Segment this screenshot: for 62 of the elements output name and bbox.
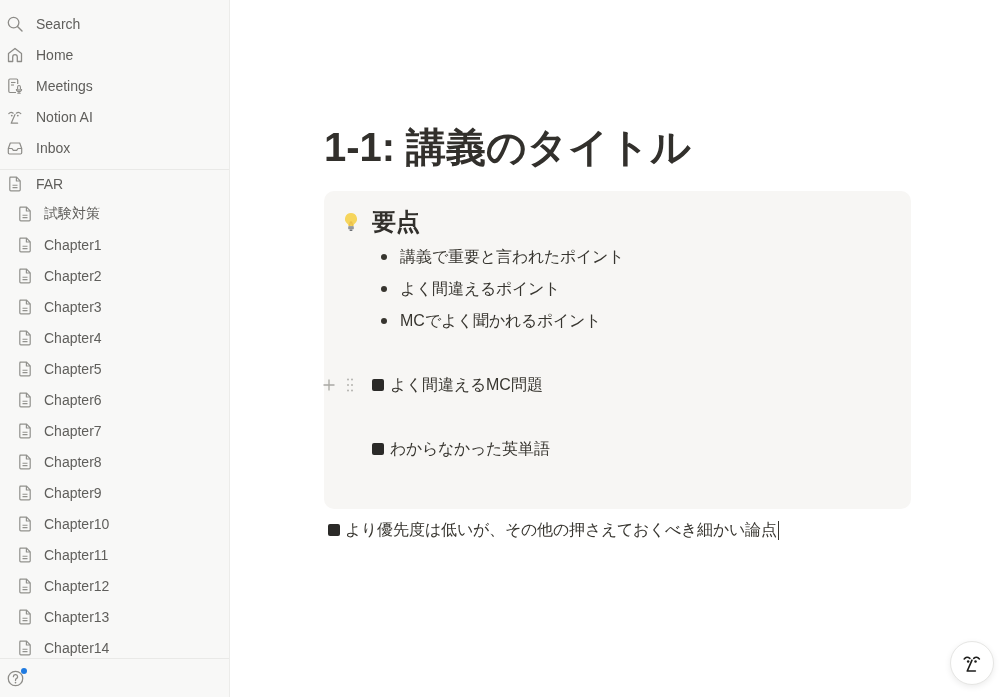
sidebar-page[interactable]: Chapter3 [0,291,229,322]
sidebar-page[interactable]: FAR [0,170,229,198]
document-microphone-icon [7,77,23,94]
ai-assistant-button[interactable] [950,641,994,685]
page-icon [17,236,33,253]
page-icon [17,453,33,470]
bullet-icon [381,254,387,260]
block-text: わからなかった英単語 [390,439,550,459]
lightbulb-icon [343,212,359,232]
page-icon [17,639,33,656]
page-icon [17,608,33,625]
block-text: よく間違えるMC問題 [390,375,543,395]
callout-heading: 要点 [372,207,420,237]
sidebar-page[interactable]: Chapter10 [0,508,229,539]
search-icon [7,15,23,32]
page-icon [17,484,33,501]
sidebar-page[interactable]: Chapter6 [0,384,229,415]
sidebar-page[interactable]: Chapter9 [0,477,229,508]
square-icon [328,524,340,536]
face-icon [962,653,982,673]
drag-handle-icon[interactable] [347,378,353,392]
sidebar-page[interactable]: Chapter4 [0,322,229,353]
page-icon [17,515,33,532]
sidebar-page[interactable]: Chapter13 [0,601,229,632]
sidebar-page[interactable]: Chapter14 [0,632,229,658]
sidebar-page[interactable]: Chapter11 [0,539,229,570]
sidebar-item[interactable]: Search [0,8,229,39]
inbox-tray-icon [7,139,23,156]
page-icon [17,205,33,222]
sidebar-page[interactable]: Chapter5 [0,353,229,384]
page-icon [17,267,33,284]
page-icon [17,391,33,408]
page-icon [17,360,33,377]
sidebar-page[interactable]: Chapter12 [0,570,229,601]
square-icon [372,443,384,455]
page-icon [17,577,33,594]
page-icon [7,176,23,192]
page-icon [17,422,33,439]
square-icon [372,379,384,391]
help-icon [7,669,24,687]
sidebar-page[interactable]: Chapter2 [0,260,229,291]
sidebar-page[interactable]: Chapter1 [0,229,229,260]
list-item-text: MCでよく聞かれるポイント [400,311,601,331]
page-icon [17,329,33,346]
page-title: 1-1: 講義のタイトル [324,124,693,171]
home-icon [7,46,23,63]
sidebar-item[interactable]: Meetings [0,70,229,101]
sidebar-item[interactable]: Home [0,39,229,70]
block-text: より優先度は低いが、その他の押さえておくべき細かい論点 [345,520,777,540]
sidebar-item[interactable]: Notion AI [0,101,229,132]
sidebar-item[interactable]: Inbox [0,132,229,163]
page-icon [17,546,33,563]
help-button[interactable] [7,669,24,687]
page-icon [17,298,33,315]
bullet-icon [381,286,387,292]
plus-icon[interactable] [323,379,335,391]
list-item-text: よく間違えるポイント [400,279,560,299]
list-item-text: 講義で重要と言われたポイント [400,247,624,267]
sidebar-page[interactable]: Chapter8 [0,446,229,477]
bullet-icon [381,318,387,324]
sidebar-page[interactable]: Chapter7 [0,415,229,446]
sidebar-page[interactable]: 試験対策 [0,198,229,229]
